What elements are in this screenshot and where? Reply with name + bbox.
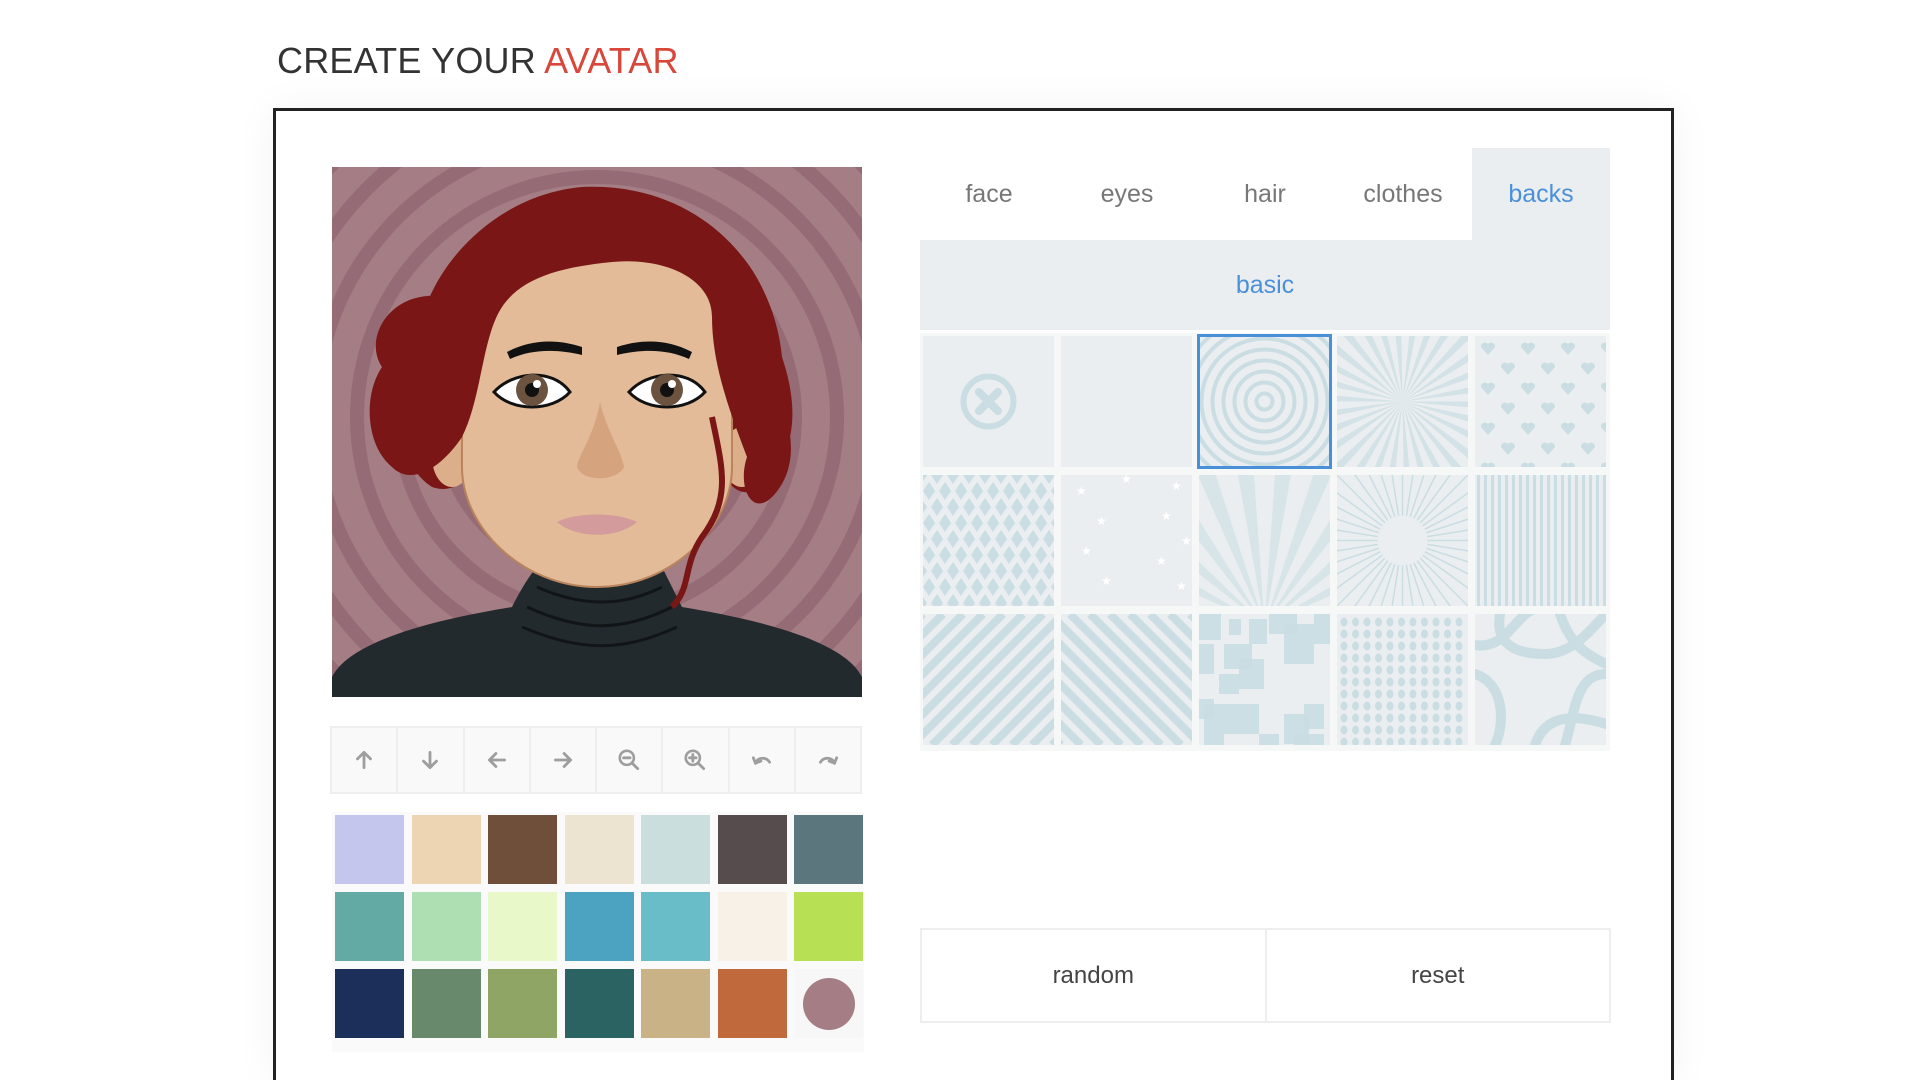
color-swatch[interactable]: [564, 815, 634, 884]
undo-button[interactable]: [729, 728, 794, 792]
arrow-up-icon: [356, 751, 373, 769]
arrow-down-icon: [422, 751, 439, 769]
background-tile-vertical-stripes[interactable]: [1475, 475, 1606, 606]
tab-hair[interactable]: hair: [1196, 148, 1334, 240]
background-options: ★ ★ ★ ★ ★ ★ ★ ★ ★ ★: [920, 333, 1610, 751]
background-tile-plain[interactable]: [1061, 336, 1192, 467]
color-swatch[interactable]: [488, 969, 557, 1038]
subcategory-tabs: basic: [920, 240, 1610, 330]
svg-text:★: ★: [1171, 479, 1182, 493]
color-swatch[interactable]: [411, 969, 481, 1038]
color-swatch[interactable]: [335, 892, 404, 961]
selected-color-indicator: [802, 977, 855, 1030]
page-title-accent: AVATAR: [544, 40, 679, 81]
remove-icon: [960, 373, 1017, 430]
pattern-harlequin-diamonds-icon: [923, 475, 1054, 606]
svg-text:★: ★: [1081, 544, 1092, 558]
color-swatch[interactable]: [641, 892, 710, 961]
redo-icon: [818, 756, 838, 765]
subtab-basic[interactable]: basic: [1236, 271, 1294, 300]
color-swatch[interactable]: [794, 969, 863, 1038]
background-tile-harlequin-diamonds[interactable]: [923, 475, 1054, 606]
redo-button[interactable]: [795, 728, 860, 792]
pattern-dots-icon: [1340, 617, 1463, 745]
tab-eyes[interactable]: eyes: [1058, 148, 1196, 240]
undo-icon: [751, 756, 771, 765]
move-left-button[interactable]: [464, 728, 529, 792]
pattern-stars-icon: ★ ★ ★ ★ ★ ★ ★ ★ ★ ★: [1076, 475, 1192, 593]
action-buttons: random reset: [920, 928, 1611, 1023]
color-swatch[interactable]: [411, 815, 481, 884]
svg-text:★: ★: [1181, 534, 1192, 548]
background-tile-concentric-circles[interactable]: [1197, 334, 1332, 469]
tab-backs[interactable]: backs: [1472, 148, 1610, 240]
svg-text:★: ★: [1121, 475, 1132, 486]
color-swatch[interactable]: [641, 815, 710, 884]
pattern-sunburst-icon: [1337, 336, 1468, 467]
background-tile-squares[interactable]: [1199, 614, 1330, 745]
pattern-concentric-circles-icon: [1199, 336, 1330, 467]
background-tile-curves[interactable]: [1475, 614, 1606, 745]
reset-button[interactable]: reset: [1266, 930, 1609, 1021]
background-tile-none[interactable]: [923, 336, 1054, 467]
color-swatch[interactable]: [794, 892, 863, 961]
move-up-button[interactable]: [332, 728, 397, 792]
zoom-in-button[interactable]: [663, 728, 728, 792]
tab-face[interactable]: face: [920, 148, 1058, 240]
arrow-left-icon: [487, 752, 506, 768]
page-title-prefix: CREATE YOUR: [277, 40, 536, 81]
move-down-button[interactable]: [398, 728, 463, 792]
color-swatch[interactable]: [411, 892, 481, 961]
color-swatch[interactable]: [564, 969, 634, 1038]
color-swatch[interactable]: [794, 815, 863, 884]
background-tile-rays-bottom[interactable]: [1199, 475, 1330, 606]
color-swatch[interactable]: [488, 815, 557, 884]
svg-text:★: ★: [1101, 574, 1112, 588]
background-tile-diagonal-stripes-right[interactable]: [923, 614, 1054, 745]
pattern-curves-icon: [1475, 614, 1606, 745]
color-swatch[interactable]: [488, 892, 557, 961]
pattern-diagonal-stripes-right-icon: [923, 614, 1054, 745]
position-toolbar: [330, 726, 862, 794]
svg-text:★: ★: [1176, 579, 1187, 593]
background-tile-stars[interactable]: ★ ★ ★ ★ ★ ★ ★ ★ ★ ★: [1061, 475, 1192, 606]
color-swatch[interactable]: [335, 815, 404, 884]
category-tabs: face eyes hair clothes backs: [920, 148, 1610, 240]
pattern-rays-bottom-icon: [1199, 475, 1330, 606]
svg-text:★: ★: [1096, 514, 1107, 528]
pattern-diagonal-stripes-left-icon: [1061, 614, 1192, 745]
page-title: CREATE YOUR AVATAR: [277, 40, 679, 82]
zoom-in-icon: [684, 749, 706, 771]
svg-text:★: ★: [1161, 509, 1172, 523]
color-swatch[interactable]: [335, 969, 404, 1038]
random-button[interactable]: random: [922, 930, 1265, 1021]
pattern-hearts-icon: [1480, 342, 1606, 467]
zoom-out-button[interactable]: [597, 728, 662, 792]
zoom-out-icon: [618, 749, 640, 771]
move-right-button[interactable]: [530, 728, 595, 792]
pattern-squares-icon: [1199, 614, 1330, 745]
pattern-plain-icon: [1061, 336, 1192, 467]
background-tile-diagonal-stripes-left[interactable]: [1061, 614, 1192, 745]
background-tile-dots[interactable]: [1337, 614, 1468, 745]
arrow-right-icon: [553, 752, 572, 768]
avatar-image: [332, 167, 862, 697]
color-swatch[interactable]: [641, 969, 710, 1038]
tab-clothes[interactable]: clothes: [1334, 148, 1472, 240]
svg-text:★: ★: [1156, 554, 1167, 568]
background-tile-speed-lines[interactable]: [1337, 475, 1468, 606]
color-swatch[interactable]: [717, 969, 787, 1038]
background-tile-hearts[interactable]: [1475, 336, 1606, 467]
avatar-preview: [332, 167, 862, 697]
color-swatch[interactable]: [564, 892, 634, 961]
svg-text:★: ★: [1076, 484, 1087, 498]
color-swatch[interactable]: [717, 815, 787, 884]
color-swatch[interactable]: [717, 892, 787, 961]
pattern-speed-lines-icon: [1337, 475, 1468, 606]
background-tile-sunburst[interactable]: [1337, 336, 1468, 467]
color-swatches: [332, 812, 864, 1052]
pattern-vertical-stripes-icon: [1477, 475, 1606, 606]
